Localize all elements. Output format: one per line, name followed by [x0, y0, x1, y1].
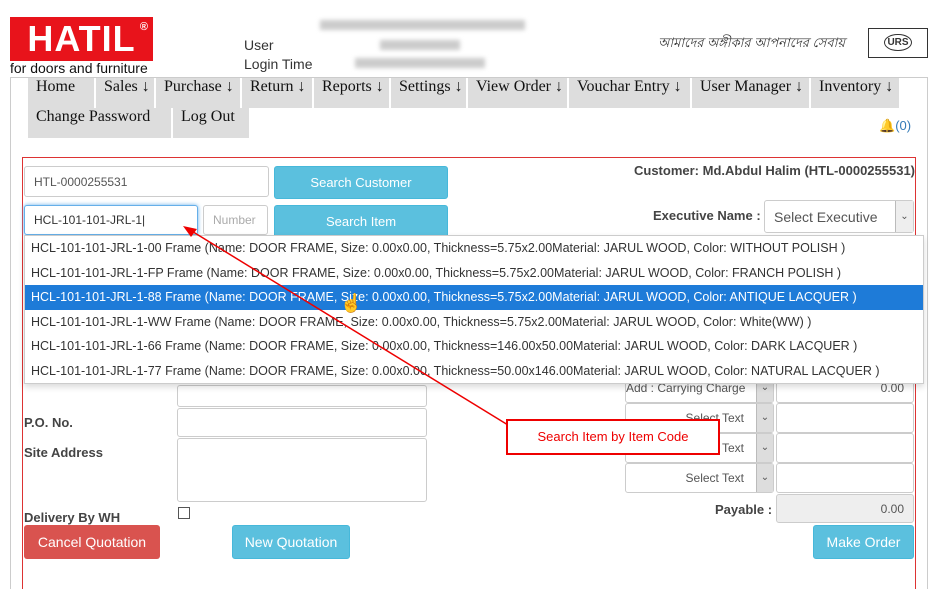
annotation-arrow [183, 226, 509, 426]
annotation-callout: Search Item by Item Code [506, 419, 720, 455]
